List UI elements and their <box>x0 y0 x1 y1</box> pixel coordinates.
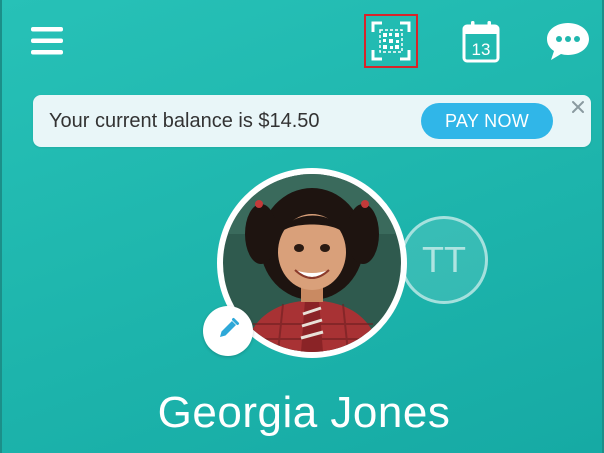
menu-icon[interactable] <box>28 22 66 60</box>
balance-message: Your current balance is $14.50 <box>49 110 320 132</box>
pay-now-button[interactable]: PAY NOW <box>421 103 553 139</box>
chat-icon[interactable] <box>543 18 593 64</box>
calendar-icon[interactable]: 13 <box>457 18 505 66</box>
profile-name: Georgia Jones <box>157 388 451 437</box>
edit-photo-button[interactable] <box>203 306 253 356</box>
calendar-day: 13 <box>472 40 491 59</box>
balance-banner: Your current balance is $14.50 PAY NOW <box>33 95 591 147</box>
qr-scan-icon[interactable] <box>364 14 418 68</box>
close-icon[interactable] <box>568 97 588 117</box>
top-bar: 13 <box>2 0 602 84</box>
app-screen: 13 Your current balance is $14.50 PAY NO… <box>0 0 604 453</box>
other-child-avatar[interactable]: TT <box>400 216 488 304</box>
pencil-icon <box>215 316 241 347</box>
